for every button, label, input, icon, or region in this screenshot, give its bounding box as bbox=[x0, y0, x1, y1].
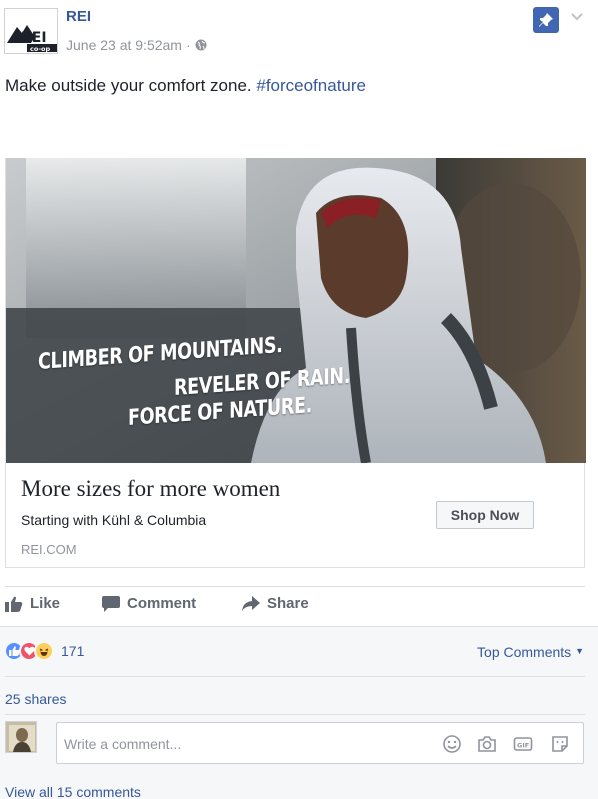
like-label: Like bbox=[30, 595, 61, 612]
hero-image[interactable]: CLIMBER OF MOUNTAINS. REVELER OF RAIN. F… bbox=[6, 158, 586, 463]
post-timestamp[interactable]: June 23 at 9:52am bbox=[66, 37, 182, 53]
post-message: Make outside your comfort zone. #forceof… bbox=[5, 76, 366, 96]
comment-input[interactable] bbox=[64, 734, 424, 754]
card-title[interactable]: More sizes for more women bbox=[21, 476, 280, 502]
commenter-avatar[interactable] bbox=[5, 721, 37, 753]
camera-icon[interactable] bbox=[477, 734, 497, 754]
view-all-comments-link[interactable]: View all 15 comments bbox=[5, 784, 141, 799]
share-button[interactable]: Share bbox=[242, 595, 309, 612]
like-button[interactable]: Like bbox=[5, 595, 60, 612]
engagement-section: 171 Top Comments ▼ 25 shares GIF bbox=[0, 626, 598, 799]
gif-icon[interactable]: GIF bbox=[513, 734, 533, 754]
comment-button[interactable]: Comment bbox=[102, 595, 196, 612]
svg-text:co-op: co-op bbox=[30, 45, 50, 53]
post-message-text: Make outside your comfort zone. bbox=[5, 76, 252, 95]
caret-down-icon: ▼ bbox=[575, 646, 584, 656]
lower-divider-2 bbox=[5, 714, 585, 715]
shares-link[interactable]: 25 shares bbox=[5, 691, 66, 707]
comment-icon bbox=[102, 595, 120, 612]
share-arrow-icon bbox=[242, 595, 260, 611]
svg-text:REI: REI bbox=[21, 30, 47, 46]
comment-label: Comment bbox=[127, 595, 197, 612]
rei-logo-icon: REI co-op bbox=[7, 25, 57, 53]
hashtag-link[interactable]: #forceofnature bbox=[256, 76, 366, 95]
svg-text:GIF: GIF bbox=[517, 742, 529, 750]
link-preview-card[interactable]: CLIMBER OF MOUNTAINS. REVELER OF RAIN. F… bbox=[5, 158, 586, 568]
action-bar: Like Comment Share bbox=[0, 586, 598, 624]
reaction-summary[interactable]: 171 bbox=[4, 641, 84, 661]
pin-icon bbox=[539, 13, 553, 27]
pin-button[interactable] bbox=[533, 7, 559, 33]
shop-now-button[interactable]: Shop Now bbox=[436, 501, 534, 529]
post-meta: June 23 at 9:52am · bbox=[66, 37, 207, 53]
comment-composer[interactable]: GIF bbox=[56, 722, 584, 764]
page-name-link[interactable]: REI bbox=[66, 8, 91, 25]
chevron-down-icon[interactable] bbox=[568, 10, 586, 24]
emoji-icon[interactable] bbox=[442, 734, 462, 754]
card-description: Starting with Kühl & Columbia bbox=[21, 512, 207, 528]
globe-icon[interactable] bbox=[195, 39, 207, 51]
card-domain: REI.COM bbox=[21, 542, 77, 557]
top-comments-dropdown[interactable]: Top Comments ▼ bbox=[477, 644, 584, 660]
sticker-icon[interactable] bbox=[550, 734, 570, 754]
sort-label: Top Comments bbox=[477, 644, 572, 660]
share-label: Share bbox=[267, 595, 309, 612]
meta-separator: · bbox=[185, 37, 191, 53]
post-header: REI co-op REI June 23 at 9:52am · bbox=[0, 0, 598, 60]
page-avatar[interactable]: REI co-op bbox=[4, 8, 58, 54]
reaction-count[interactable]: 171 bbox=[61, 643, 84, 659]
haha-reaction-icon bbox=[34, 641, 54, 661]
lower-divider-1 bbox=[5, 676, 585, 677]
user-avatar-image bbox=[6, 722, 36, 752]
thumbs-up-icon bbox=[5, 596, 23, 612]
